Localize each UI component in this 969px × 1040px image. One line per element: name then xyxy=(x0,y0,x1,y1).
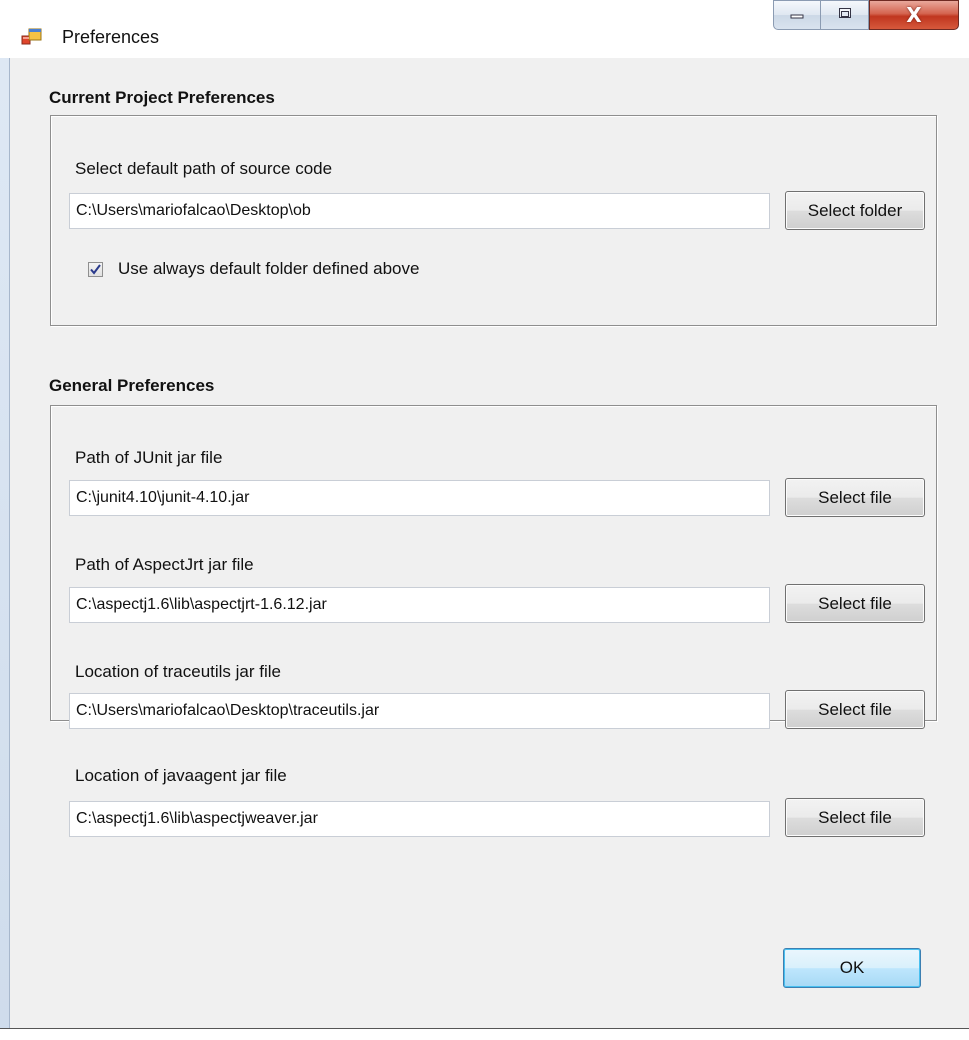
window-bottom-border xyxy=(0,1028,969,1040)
junit-label: Path of JUnit jar file xyxy=(75,448,223,467)
ok-button[interactable]: OK xyxy=(783,948,921,988)
close-icon: X xyxy=(906,3,922,27)
source-path-label: Select default path of source code xyxy=(75,159,333,178)
maximize-icon xyxy=(838,6,852,24)
minimize-button[interactable] xyxy=(773,0,821,30)
traceutils-path-input[interactable] xyxy=(69,693,770,729)
app-icon xyxy=(21,27,43,47)
select-aspectjrt-file-button[interactable]: Select file xyxy=(785,584,925,623)
source-path-input[interactable] xyxy=(69,193,770,229)
traceutils-label: Location of traceutils jar file xyxy=(75,662,281,681)
window-title: Preferences xyxy=(62,27,160,47)
select-junit-file-button[interactable]: Select file xyxy=(785,478,925,517)
preferences-window: Preferences X Current Project Preference… xyxy=(0,0,969,1040)
aspectjrt-path-input[interactable] xyxy=(69,587,770,623)
select-traceutils-file-button[interactable]: Select file xyxy=(785,690,925,729)
minimize-icon xyxy=(790,6,804,24)
javaagent-path-input[interactable] xyxy=(69,801,770,837)
close-button[interactable]: X xyxy=(869,0,959,30)
aspectjrt-label: Path of AspectJrt jar file xyxy=(75,555,254,574)
checkmark-icon xyxy=(90,264,101,275)
javaagent-label: Location of javaagent jar file xyxy=(75,766,287,785)
title-bar[interactable]: Preferences X xyxy=(0,0,969,58)
use-default-folder-label[interactable]: Use always default folder defined above xyxy=(118,259,419,279)
window-left-border xyxy=(0,0,10,1030)
current-project-title: Current Project Preferences xyxy=(49,88,275,107)
select-javaagent-file-button[interactable]: Select file xyxy=(785,798,925,837)
select-folder-button[interactable]: Select folder xyxy=(785,191,925,230)
window-controls: X xyxy=(773,0,959,32)
junit-path-input[interactable] xyxy=(69,480,770,516)
maximize-button[interactable] xyxy=(821,0,869,30)
use-default-folder-checkbox[interactable] xyxy=(88,262,103,277)
general-preferences-title: General Preferences xyxy=(49,376,215,395)
